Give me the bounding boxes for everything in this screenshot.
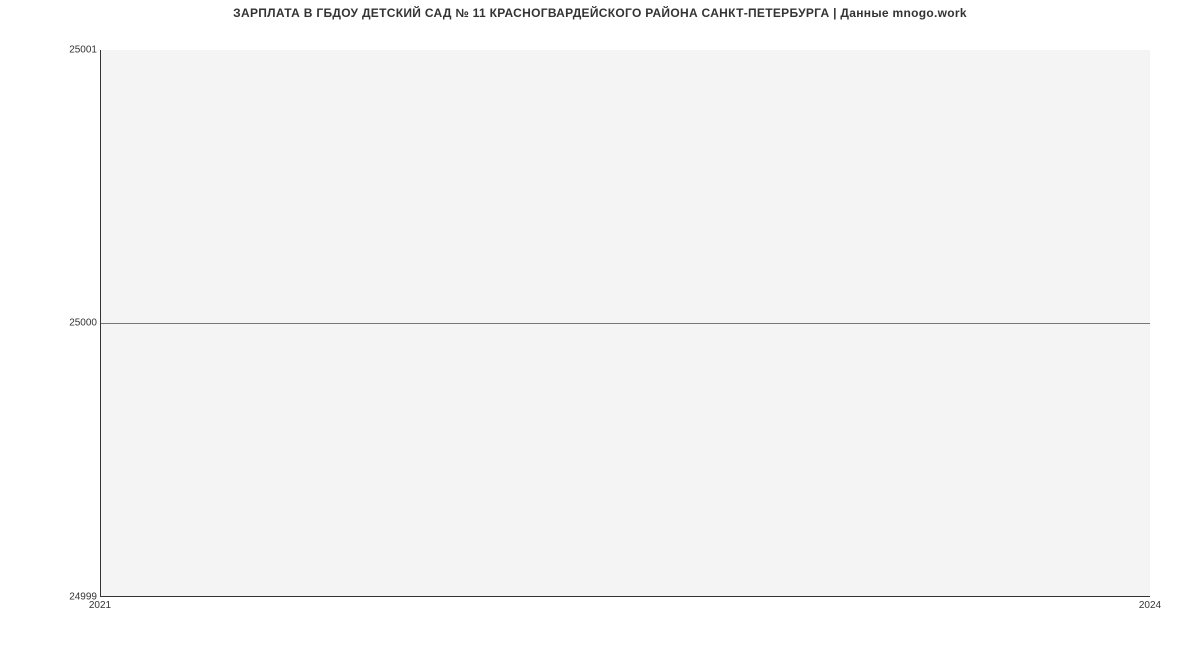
chart-title: ЗАРПЛАТА В ГБДОУ ДЕТСКИЙ САД № 11 КРАСНО… (0, 6, 1200, 20)
x-tick-label: 2024 (1139, 600, 1161, 611)
x-tick-label: 2021 (89, 600, 111, 611)
y-tick-label: 25000 (69, 318, 97, 329)
data-line (101, 323, 1150, 324)
y-tick-label: 25001 (69, 45, 97, 56)
plot-area (100, 50, 1150, 597)
chart-container: ЗАРПЛАТА В ГБДОУ ДЕТСКИЙ САД № 11 КРАСНО… (0, 0, 1200, 650)
